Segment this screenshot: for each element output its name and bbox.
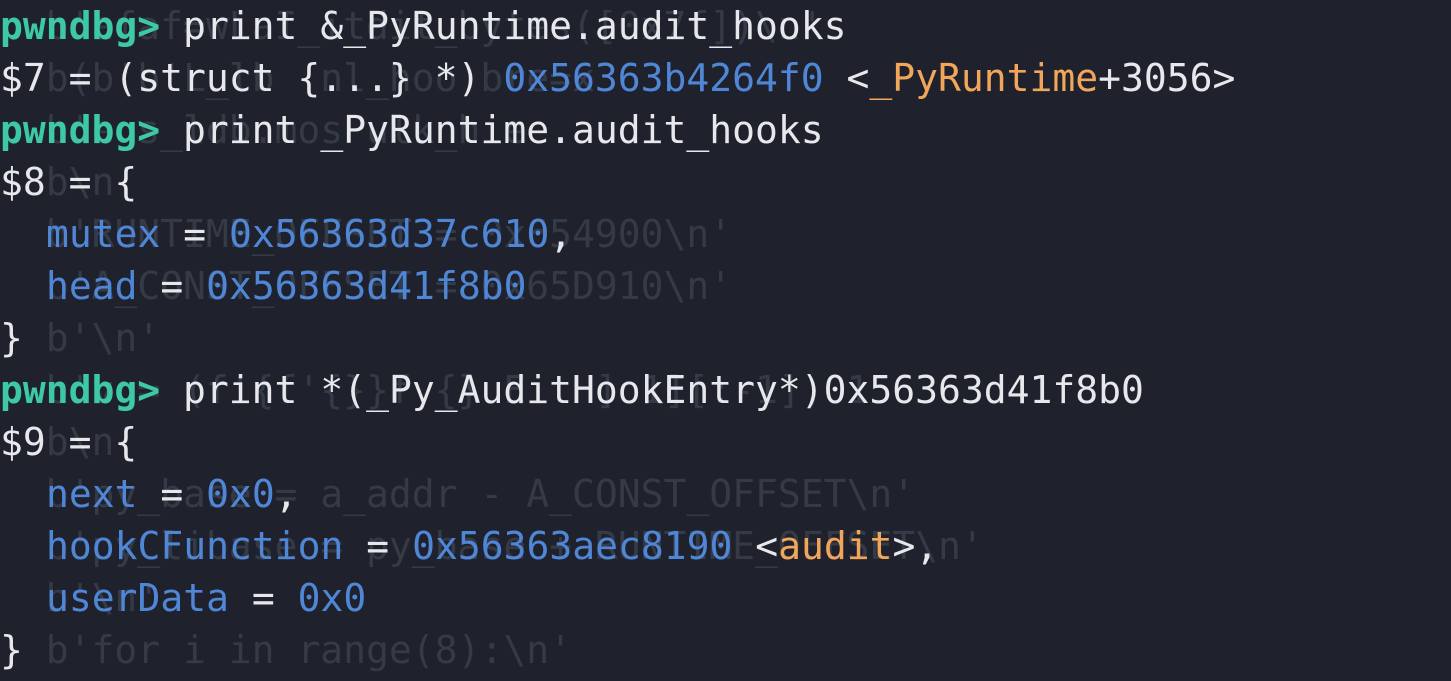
command-text: print &_PyRuntime.audit_hooks bbox=[183, 4, 847, 48]
prompt-line: pwndbg> print *(_Py_AuditHookEntry*)0x56… bbox=[0, 364, 1144, 416]
field-equals: = bbox=[343, 524, 413, 568]
field-value: 0x0 bbox=[206, 472, 275, 516]
field-suffix: , bbox=[274, 472, 298, 516]
result-line: } bbox=[0, 312, 23, 364]
field-value: 0x56363d37c610 bbox=[229, 212, 550, 256]
field-value: 0x56363d41f8b0 bbox=[206, 264, 527, 308]
struct-field-line: userData = 0x0 bbox=[0, 572, 366, 624]
shell-prompt: pwndbg> bbox=[0, 108, 161, 152]
struct-field-line: head = 0x56363d41f8b0 bbox=[0, 260, 526, 312]
struct-field-line: next = 0x0, bbox=[0, 468, 298, 520]
result-line: $7 = (struct {...} *) 0x56363b4264f0 <_P… bbox=[0, 52, 1235, 104]
struct-close: } bbox=[0, 628, 23, 672]
struct-open: $9 = { bbox=[0, 420, 138, 464]
prompt-line: pwndbg> print _PyRuntime.audit_hooks bbox=[0, 104, 824, 156]
result-line: } bbox=[0, 624, 23, 676]
struct-open: $8 = { bbox=[0, 160, 138, 204]
field-name: hookCFunction bbox=[46, 524, 344, 568]
terminal-window[interactable]: b'afaf=wLaI_itdit_bytes([0x7f])\n' b(b'b… bbox=[0, 0, 1451, 681]
symbol-open: < bbox=[732, 524, 779, 568]
symbol-name: _PyRuntime bbox=[869, 56, 1099, 100]
field-name: head bbox=[46, 264, 138, 308]
terminal-output[interactable]: pwndbg> print &_PyRuntime.audit_hooks $7… bbox=[0, 0, 1451, 681]
address-value: 0x56363b4264f0 bbox=[503, 56, 824, 100]
field-name: mutex bbox=[46, 212, 161, 256]
field-equals: = bbox=[229, 576, 298, 620]
field-equals: = bbox=[137, 264, 207, 308]
symbol-close: +3056> bbox=[1098, 56, 1236, 100]
symbol-close: >, bbox=[892, 524, 939, 568]
field-name: next bbox=[46, 472, 138, 516]
command-text: print *(_Py_AuditHookEntry*)0x56363d41f8… bbox=[183, 368, 1144, 412]
field-value: 0x0 bbox=[297, 576, 367, 620]
shell-prompt: pwndbg> bbox=[0, 368, 161, 412]
symbol-open: < bbox=[823, 56, 870, 100]
symbol-name: audit bbox=[778, 524, 893, 568]
shell-prompt: pwndbg> bbox=[0, 4, 161, 48]
struct-close: } bbox=[0, 316, 23, 360]
result-line: $9 = { bbox=[0, 416, 137, 468]
field-equals: = bbox=[160, 212, 230, 256]
command-text: print _PyRuntime.audit_hooks bbox=[183, 108, 824, 152]
field-name: userData bbox=[46, 576, 230, 620]
field-equals: = bbox=[137, 472, 207, 516]
field-value: 0x56363aec8190 bbox=[412, 524, 733, 568]
struct-field-line: hookCFunction = 0x56363aec8190 <audit>, bbox=[0, 520, 938, 572]
field-suffix: , bbox=[549, 212, 573, 256]
struct-field-line: mutex = 0x56363d37c610, bbox=[0, 208, 572, 260]
result-line: $8 = { bbox=[0, 156, 137, 208]
prompt-line: pwndbg> print &_PyRuntime.audit_hooks bbox=[0, 0, 847, 52]
result-prefix: $7 = (struct {...} *) bbox=[0, 56, 504, 100]
